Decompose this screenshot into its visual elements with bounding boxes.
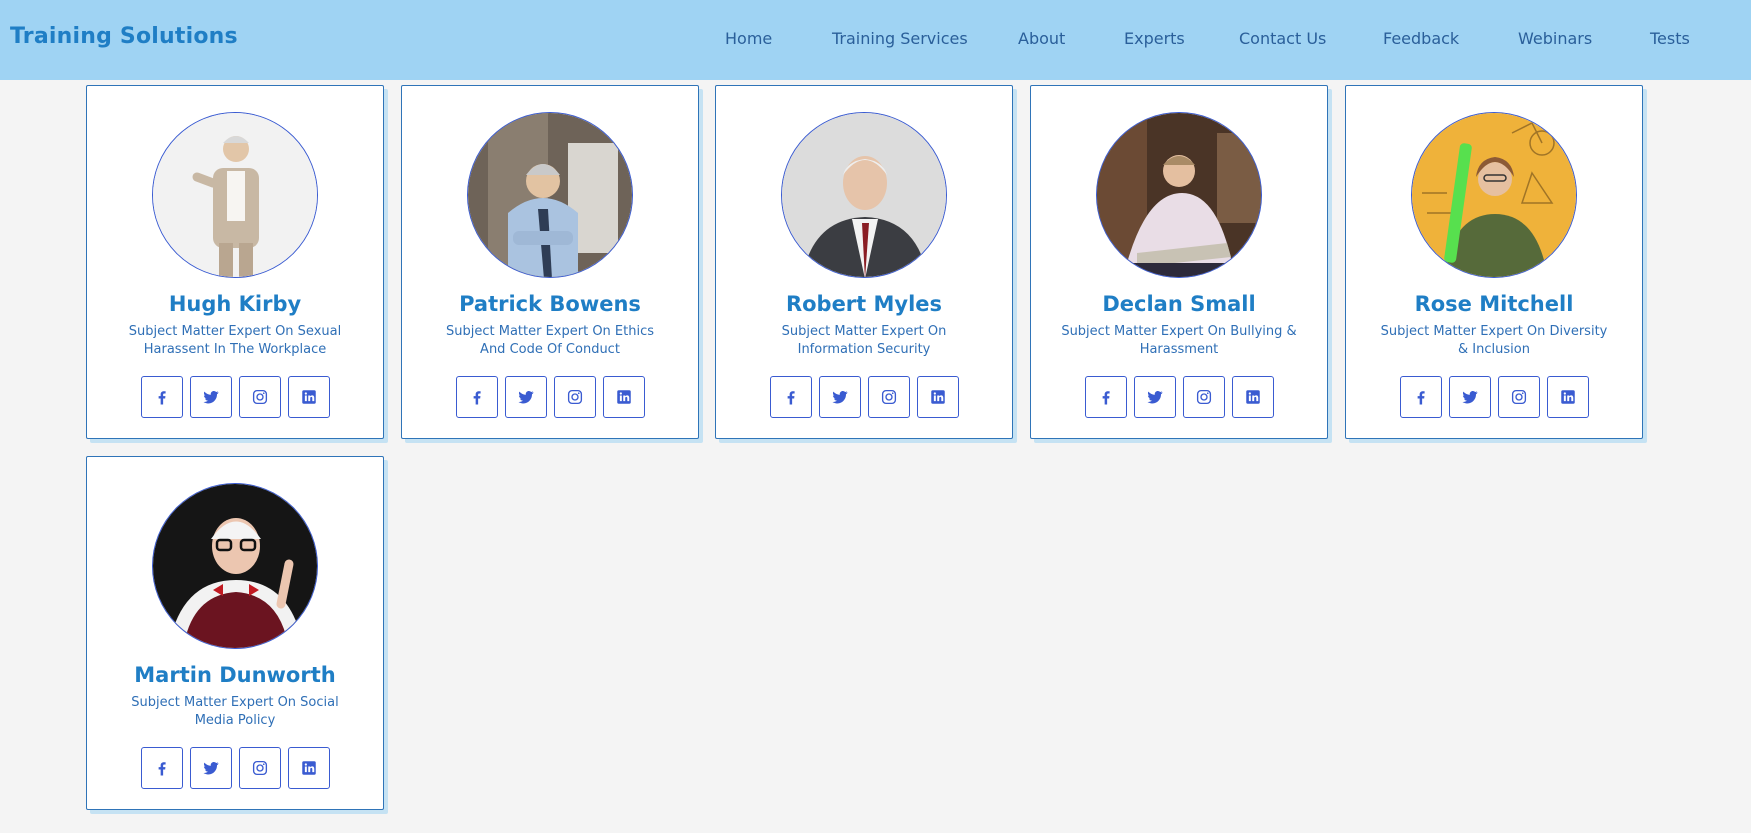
linkedin-icon: [300, 759, 318, 777]
twitter-icon: [831, 388, 849, 406]
facebook-button[interactable]: [1400, 376, 1442, 418]
social-links: [770, 376, 960, 418]
facebook-button[interactable]: [141, 376, 183, 418]
linkedin-button[interactable]: [288, 376, 330, 418]
nav-feedback[interactable]: Feedback: [1383, 29, 1459, 48]
expert-photo: [467, 112, 633, 278]
nav-tests[interactable]: Tests: [1650, 29, 1690, 48]
twitter-icon: [1146, 388, 1164, 406]
expert-role: Subject Matter Expert On Ethics And Code…: [446, 324, 654, 357]
instagram-button[interactable]: [554, 376, 596, 418]
nav-links: Home Training Services About Experts Con…: [0, 29, 1751, 51]
expert-role: Subject Matter Expert On Bullying & Hara…: [1061, 324, 1297, 357]
linkedin-icon: [1559, 388, 1577, 406]
instagram-icon: [880, 388, 898, 406]
twitter-icon: [1461, 388, 1479, 406]
instagram-button[interactable]: [239, 376, 281, 418]
facebook-button[interactable]: [770, 376, 812, 418]
instagram-icon: [251, 759, 269, 777]
twitter-icon: [202, 759, 220, 777]
expert-card: Robert Myles Subject Matter Expert On In…: [715, 85, 1013, 439]
social-links: [141, 376, 331, 418]
expert-name: Patrick Bowens: [459, 292, 641, 316]
instagram-icon: [1510, 388, 1528, 406]
nav-experts[interactable]: Experts: [1124, 29, 1185, 48]
expert-name: Declan Small: [1102, 292, 1256, 316]
expert-role: Subject Matter Expert On Diversity & Inc…: [1380, 324, 1608, 357]
social-links: [1400, 376, 1590, 418]
linkedin-button[interactable]: [917, 376, 959, 418]
facebook-button[interactable]: [456, 376, 498, 418]
expert-card: Rose Mitchell Subject Matter Expert On D…: [1345, 85, 1643, 439]
twitter-button[interactable]: [1449, 376, 1491, 418]
expert-photo: [1096, 112, 1262, 278]
facebook-icon: [1412, 388, 1430, 406]
instagram-button[interactable]: [239, 747, 281, 789]
instagram-button[interactable]: [868, 376, 910, 418]
instagram-icon: [1195, 388, 1213, 406]
twitter-button[interactable]: [190, 376, 232, 418]
expert-role: Subject Matter Expert On Sexual Harassen…: [128, 324, 342, 357]
twitter-button[interactable]: [190, 747, 232, 789]
linkedin-icon: [300, 388, 318, 406]
expert-photo: [781, 112, 947, 278]
twitter-icon: [202, 388, 220, 406]
expert-photo: [1411, 112, 1577, 278]
facebook-button[interactable]: [141, 747, 183, 789]
linkedin-button[interactable]: [603, 376, 645, 418]
social-links: [1085, 376, 1275, 418]
expert-name: Martin Dunworth: [134, 663, 336, 687]
twitter-button[interactable]: [819, 376, 861, 418]
expert-card: Declan Small Subject Matter Expert On Bu…: [1030, 85, 1328, 439]
expert-name: Robert Myles: [785, 292, 943, 316]
expert-name: Hugh Kirby: [168, 292, 302, 316]
instagram-icon: [566, 388, 584, 406]
linkedin-icon: [929, 388, 947, 406]
twitter-button[interactable]: [1134, 376, 1176, 418]
expert-photo: [152, 483, 318, 649]
expert-role: Subject Matter Expert On Social Media Po…: [131, 695, 339, 728]
expert-card: Martin Dunworth Subject Matter Expert On…: [86, 456, 384, 810]
nav-home[interactable]: Home: [725, 29, 772, 48]
expert-photo: [152, 112, 318, 278]
nav-contact-us[interactable]: Contact Us: [1239, 29, 1326, 48]
facebook-button[interactable]: [1085, 376, 1127, 418]
twitter-button[interactable]: [505, 376, 547, 418]
linkedin-button[interactable]: [1232, 376, 1274, 418]
expert-name: Rose Mitchell: [1414, 292, 1574, 316]
instagram-button[interactable]: [1183, 376, 1225, 418]
instagram-icon: [251, 388, 269, 406]
nav-about[interactable]: About: [1018, 29, 1065, 48]
facebook-icon: [1097, 388, 1115, 406]
expert-card: Hugh Kirby Subject Matter Expert On Sexu…: [86, 85, 384, 439]
expert-card: Patrick Bowens Subject Matter Expert On …: [401, 85, 699, 439]
social-links: [141, 747, 331, 789]
twitter-icon: [517, 388, 535, 406]
facebook-icon: [153, 759, 171, 777]
facebook-icon: [782, 388, 800, 406]
facebook-icon: [153, 388, 171, 406]
nav-training-services[interactable]: Training Services: [832, 29, 968, 48]
linkedin-icon: [1244, 388, 1262, 406]
linkedin-button[interactable]: [288, 747, 330, 789]
nav-webinars[interactable]: Webinars: [1518, 29, 1592, 48]
social-links: [456, 376, 646, 418]
linkedin-button[interactable]: [1547, 376, 1589, 418]
facebook-icon: [468, 388, 486, 406]
instagram-button[interactable]: [1498, 376, 1540, 418]
expert-role: Subject Matter Expert On Information Sec…: [781, 324, 947, 357]
linkedin-icon: [615, 388, 633, 406]
navbar: Training Solutions Home Training Service…: [0, 0, 1751, 80]
